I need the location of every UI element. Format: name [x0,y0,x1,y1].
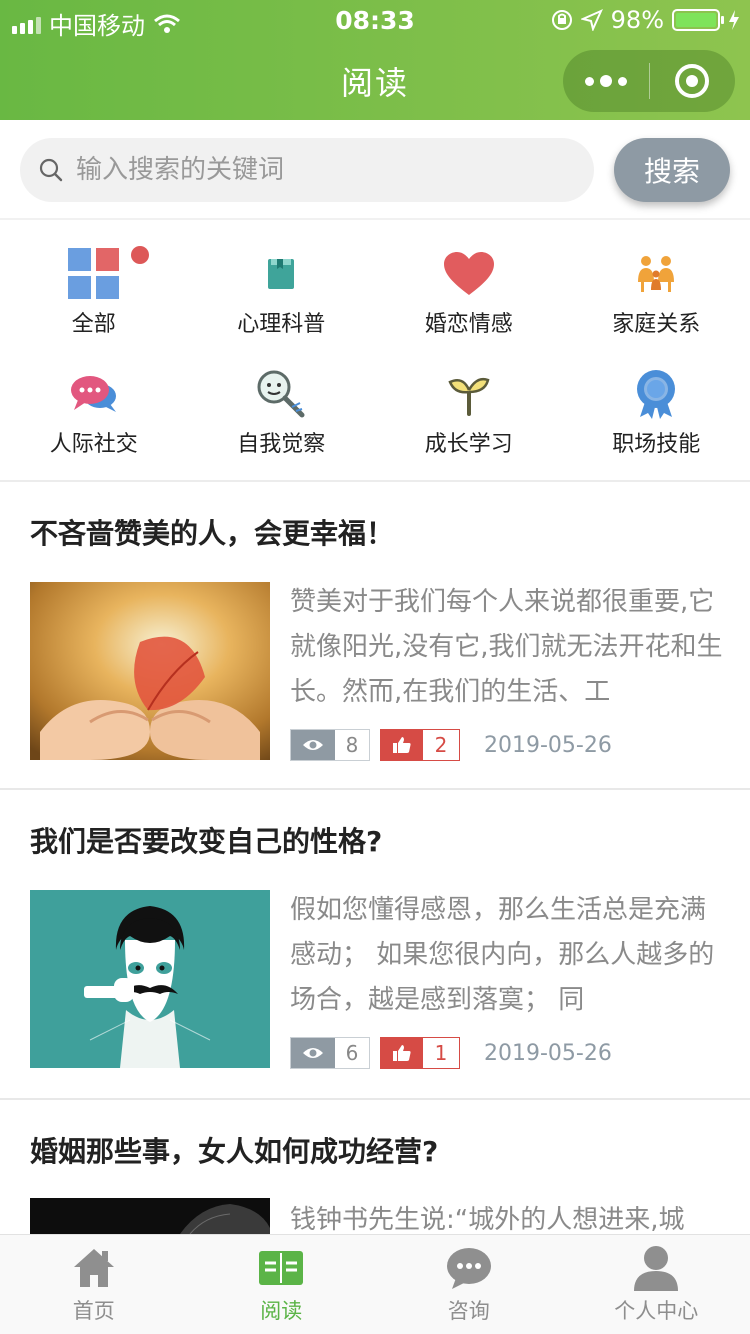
chat-icon [446,1245,492,1291]
category-family[interactable]: 家庭关系 [563,230,750,350]
search-input[interactable] [76,155,556,185]
search-button[interactable]: 搜索 [614,138,730,202]
tab-reading[interactable]: 阅读 [188,1235,376,1334]
article-title[interactable]: 不吝啬赞美的人，会更幸福！ [30,512,394,552]
article-title[interactable]: 婚姻那些事，女人如何成功经营? [30,1130,438,1170]
status-bar: 中国移动 08:33 98% [0,0,750,40]
category-label: 职场技能 [612,432,701,457]
views-count: 6 [335,1038,369,1068]
search-box[interactable] [20,138,594,202]
award-ribbon-icon [628,366,684,422]
more-menu-button[interactable] [563,50,649,112]
target-icon [675,64,710,98]
tab-consult[interactable]: 咨询 [375,1235,563,1334]
eye-icon [303,1048,323,1058]
category-label: 心理科普 [237,312,326,337]
category-label: 成长学习 [424,432,513,457]
like-button[interactable]: 2 [380,729,460,761]
article-stats: 6 1 2019-05-26 [290,1037,612,1069]
category-social[interactable]: 人际社交 [0,350,188,470]
category-workplace[interactable]: 职场技能 [563,350,750,470]
home-icon [71,1245,117,1291]
new-badge [131,246,149,264]
top-header: 中国移动 08:33 98% 阅读 [0,0,750,120]
location-arrow-icon [580,9,603,31]
article-card[interactable]: 婚姻那些事，女人如何成功经营? 钱钟书先生说:“城外的人想进来,城 [0,1100,750,1234]
views-count: 8 [335,730,369,760]
like-button[interactable]: 1 [380,1037,460,1069]
article-excerpt: 赞美对于我们每个人来说都很重要,它就像阳光,没有它,我们就无法开花和生长。然而,… [290,587,723,707]
views-counter: 6 [290,1037,370,1069]
orientation-lock-icon [551,10,572,30]
category-psychology[interactable]: 心理科普 [188,230,376,350]
tab-label: 咨询 [447,1299,490,1323]
category-self-awareness[interactable]: 自我觉察 [188,350,376,470]
miniprogram-capsule [563,50,735,112]
charging-bolt-icon [729,10,739,30]
article-excerpt: 假如您懂得感恩，那么生活总是充满感动； 如果您很内向，那么人越多的场合，越是感到… [290,895,715,1015]
category-label: 自我觉察 [237,432,326,457]
category-label: 家庭关系 [612,312,701,337]
article-thumbnail[interactable] [30,890,270,1068]
heart-icon [441,246,497,302]
tab-label: 首页 [72,1299,115,1323]
article-excerpt: 钱钟书先生说:“城外的人想进来,城 [290,1205,685,1234]
thumbs-up-icon [393,737,411,753]
article-date: 2019-05-26 [484,732,612,758]
category-label: 人际社交 [49,432,138,457]
category-label: 婚恋情感 [424,312,513,337]
article-date: 2019-05-26 [484,1040,612,1066]
grid-icon [66,246,122,302]
hands-holding-feather-photo [30,582,270,760]
article-thumbnail[interactable] [30,1198,270,1234]
more-dots-icon [584,76,594,86]
magnifier-icon [253,366,309,422]
battery-percent: 98% [610,6,664,34]
user-icon [633,1245,679,1291]
dark-portrait-photo [30,1198,270,1234]
thumbs-up-icon [393,1045,411,1061]
bottom-tab-bar: 首页 阅读 咨询 个人中心 [0,1234,750,1334]
tab-home[interactable]: 首页 [0,1235,188,1334]
mustache-man-illustration [30,890,270,1068]
article-thumbnail[interactable] [30,582,270,760]
category-grid: 全部 心理科普 婚恋情感 家庭关系 人际社交 自我觉察 成长学习 职场技能 [0,222,750,480]
category-romance[interactable]: 婚恋情感 [375,230,563,350]
category-growth[interactable]: 成长学习 [375,350,563,470]
tab-label: 个人中心 [614,1299,699,1323]
battery-icon [672,9,724,31]
chat-bubbles-icon [66,366,122,422]
article-card[interactable]: 我们是否要改变自己的性格? 假如您懂得感恩，那么生活总是充满感动； 如果您很内向… [0,790,750,1100]
category-all[interactable]: 全部 [0,230,188,350]
tab-profile[interactable]: 个人中心 [563,1235,750,1334]
family-icon [628,246,684,302]
likes-count: 1 [423,1038,459,1068]
book-icon [253,246,309,302]
views-counter: 8 [290,729,370,761]
sprout-icon [441,366,497,422]
open-book-icon [258,1245,304,1291]
search-bar: 搜索 [0,120,750,220]
article-stats: 8 2 2019-05-26 [290,729,612,761]
eye-icon [303,740,323,750]
article-card[interactable]: 不吝啬赞美的人，会更幸福！ 赞美对于我们每个人来说都很重要,它就像阳光,没有它,… [0,482,750,790]
article-title[interactable]: 我们是否要改变自己的性格? [30,820,382,860]
tab-label: 阅读 [260,1299,303,1323]
likes-count: 2 [423,730,459,760]
close-miniprogram-button[interactable] [650,50,736,112]
category-label: 全部 [71,312,116,337]
search-icon [39,158,63,182]
